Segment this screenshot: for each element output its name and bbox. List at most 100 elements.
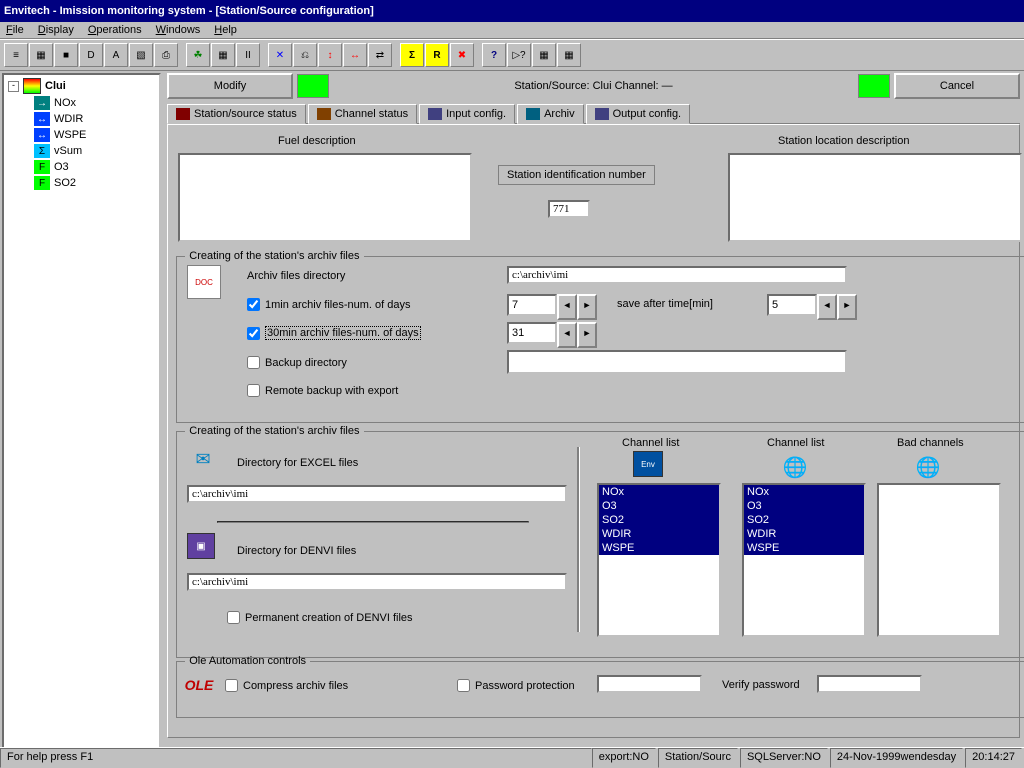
- tb-btn[interactable]: D: [79, 43, 103, 67]
- chk-denvi-perm[interactable]: [227, 611, 240, 624]
- list-item[interactable]: O3: [599, 499, 719, 513]
- list-item[interactable]: WSPE: [599, 541, 719, 555]
- chk-backup[interactable]: [247, 356, 260, 369]
- archdir-label: Archiv files directory: [247, 270, 345, 282]
- tb-btn[interactable]: ▦: [29, 43, 53, 67]
- list-item[interactable]: SO2: [744, 513, 864, 527]
- tb-btn[interactable]: ⇄: [368, 43, 392, 67]
- tree-item[interactable]: F O3: [34, 159, 157, 175]
- sigma-icon: Σ: [34, 144, 50, 158]
- status-time: 20:14:27: [965, 748, 1022, 768]
- f-icon: F: [34, 160, 50, 174]
- tb-btn[interactable]: Σ: [400, 43, 424, 67]
- password-input[interactable]: [597, 675, 702, 693]
- menu-display[interactable]: Display: [38, 24, 74, 36]
- status-led-left: [297, 74, 329, 98]
- tb-btn[interactable]: A: [104, 43, 128, 67]
- tb-btn[interactable]: ✖: [450, 43, 474, 67]
- tb-btn[interactable]: R: [425, 43, 449, 67]
- sin-input[interactable]: [548, 200, 590, 218]
- tree-item[interactable]: →NOx: [34, 95, 157, 111]
- menu-help[interactable]: Help: [214, 24, 237, 36]
- tb-btn[interactable]: ▷?: [507, 43, 531, 67]
- tb-btn[interactable]: ✕: [268, 43, 292, 67]
- tb-btn[interactable]: ⎌: [293, 43, 317, 67]
- tb-btn[interactable]: ↕: [318, 43, 342, 67]
- tb-btn[interactable]: ?: [482, 43, 506, 67]
- fuel-textarea[interactable]: [178, 153, 472, 242]
- tree-root-item[interactable]: - Clui: [8, 77, 157, 95]
- chanlist-label: Channel list: [622, 437, 679, 449]
- chk-remote[interactable]: [247, 384, 260, 397]
- list-item[interactable]: SO2: [599, 513, 719, 527]
- spin-left[interactable]: ◄: [557, 322, 577, 348]
- status-export: export:NO: [592, 748, 656, 768]
- channel-list-2[interactable]: NOxO3SO2WDIRWSPE: [742, 483, 866, 637]
- spin-right[interactable]: ►: [577, 294, 597, 320]
- chk-1min[interactable]: [247, 298, 260, 311]
- tb-btn[interactable]: ▦: [557, 43, 581, 67]
- menu-operations[interactable]: Operations: [88, 24, 142, 36]
- collapse-icon[interactable]: -: [8, 81, 19, 92]
- val-1min[interactable]: 7: [507, 294, 557, 316]
- menu-file[interactable]: File: [6, 24, 24, 36]
- tab-archiv[interactable]: Archiv: [517, 104, 584, 124]
- list-item[interactable]: O3: [744, 499, 864, 513]
- tab-channel-status[interactable]: Channel status: [308, 104, 417, 124]
- archdir-input[interactable]: [507, 266, 847, 284]
- tree-item[interactable]: ↔WDIR: [34, 111, 157, 127]
- list-item[interactable]: NOx: [744, 485, 864, 499]
- stationloc-textarea[interactable]: [728, 153, 1022, 242]
- tb-btn[interactable]: ▦: [532, 43, 556, 67]
- chk-password[interactable]: [457, 679, 470, 692]
- list-item[interactable]: WDIR: [744, 527, 864, 541]
- tb-btn[interactable]: II: [236, 43, 260, 67]
- statusbar: For help press F1 export:NO Station/Sour…: [0, 747, 1024, 768]
- tb-btn[interactable]: ▦: [211, 43, 235, 67]
- spin-left[interactable]: ◄: [557, 294, 577, 320]
- tb-btn[interactable]: ⎙: [154, 43, 178, 67]
- list-item[interactable]: NOx: [599, 485, 719, 499]
- tree-item[interactable]: FSO2: [34, 175, 157, 191]
- channel-list-1[interactable]: NOxO3SO2WDIRWSPE: [597, 483, 721, 637]
- chk-30min[interactable]: [247, 327, 260, 340]
- tb-btn[interactable]: ≡: [4, 43, 28, 67]
- list-item[interactable]: WDIR: [599, 527, 719, 541]
- denvi-input[interactable]: [187, 573, 567, 591]
- vsep: [577, 447, 580, 632]
- tb-btn[interactable]: ■: [54, 43, 78, 67]
- modify-button[interactable]: Modify: [167, 73, 293, 99]
- blue-icon: ↔: [34, 128, 50, 142]
- bad-channels-list[interactable]: [877, 483, 1001, 637]
- tree-item[interactable]: ↔WSPE: [34, 127, 157, 143]
- globe-icon: 🌐: [912, 451, 944, 483]
- tree-item-label: O3: [54, 161, 69, 173]
- chk-compress[interactable]: [225, 679, 238, 692]
- list-item[interactable]: WSPE: [744, 541, 864, 555]
- excel-input[interactable]: [187, 485, 567, 503]
- tree-panel[interactable]: - Clui →NOx↔WDIR↔WSPEΣvSumF O3 FSO2: [2, 73, 161, 752]
- cancel-button[interactable]: Cancel: [894, 73, 1020, 99]
- val-30min[interactable]: 31: [507, 322, 557, 344]
- backup-input[interactable]: [507, 350, 847, 374]
- tb-btn[interactable]: ↔: [343, 43, 367, 67]
- status-sql: SQLServer:NO: [740, 748, 828, 768]
- ole-icon: OLE: [183, 669, 215, 701]
- sin-label: Station identification number: [498, 165, 655, 185]
- spin-right[interactable]: ►: [577, 322, 597, 348]
- arrow-icon: →: [34, 96, 50, 110]
- tab-output-config[interactable]: Output config.: [586, 104, 691, 124]
- tb-btn[interactable]: ☘: [186, 43, 210, 67]
- verify-password-input[interactable]: [817, 675, 922, 693]
- form-body: Fuel description Station location descri…: [167, 124, 1020, 738]
- tb-btn[interactable]: ▧: [129, 43, 153, 67]
- tab-station-status[interactable]: Station/source status: [167, 104, 306, 124]
- status-help: For help press F1: [0, 748, 592, 768]
- tab-input-config[interactable]: Input config.: [419, 104, 515, 124]
- tree-item[interactable]: ΣvSum: [34, 143, 157, 159]
- spin-left[interactable]: ◄: [817, 294, 837, 320]
- menu-windows[interactable]: Windows: [156, 24, 201, 36]
- spin-right[interactable]: ►: [837, 294, 857, 320]
- verify-pwd-label: Verify password: [722, 679, 800, 691]
- val-saveafter[interactable]: 5: [767, 294, 817, 316]
